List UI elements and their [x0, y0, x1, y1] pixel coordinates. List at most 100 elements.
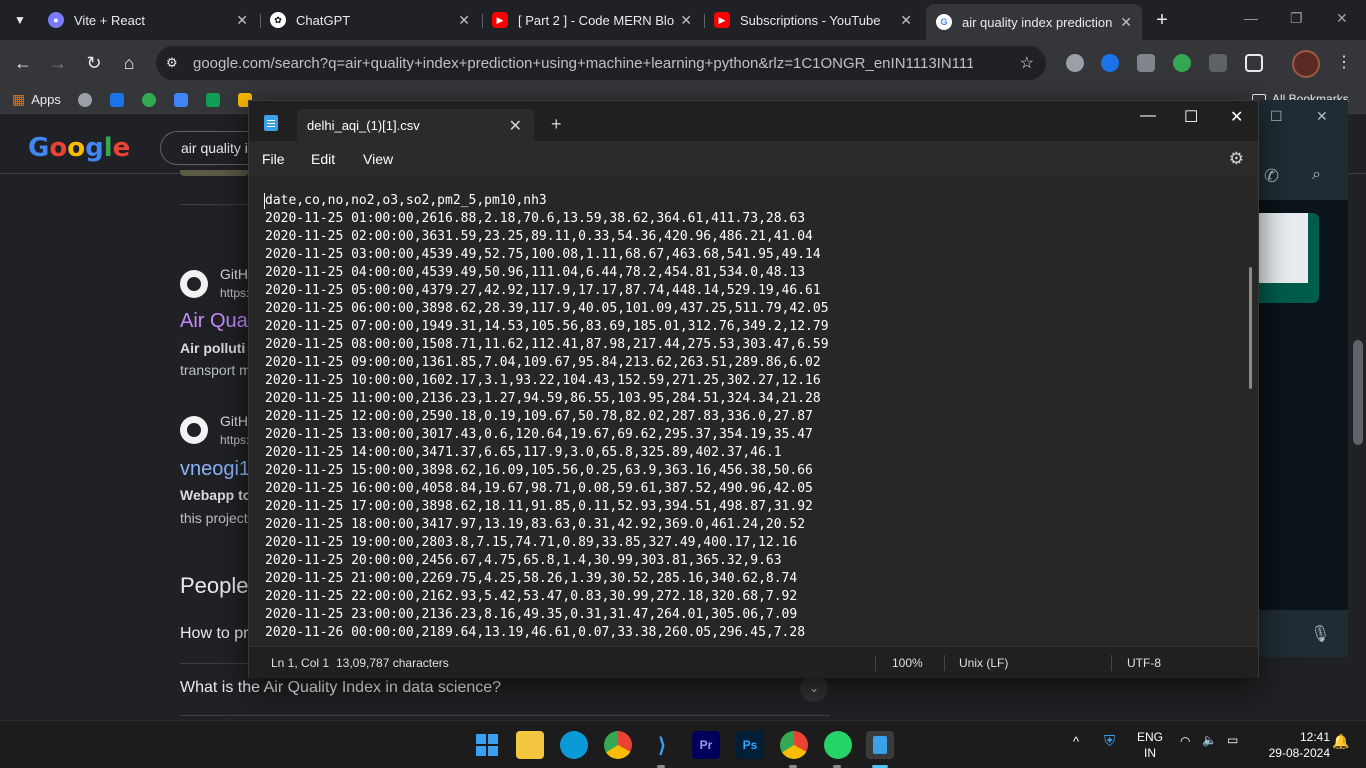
line-ending[interactable]: Unix (LF): [959, 656, 1008, 670]
menu-view[interactable]: View: [363, 151, 393, 167]
encoding[interactable]: UTF-8: [1127, 656, 1161, 670]
chevron-down-icon[interactable]: ⌄: [800, 674, 828, 702]
security-shield-icon[interactable]: ⛨: [1104, 733, 1115, 750]
csv-data-line[interactable]: 2020-11-26 00:00:00,2189.64,13.19,46.61,…: [265, 624, 829, 642]
csv-data-line[interactable]: 2020-11-25 22:00:00,2162.93,5.42,53.47,0…: [265, 588, 829, 606]
close-tab-icon[interactable]: ✕: [509, 116, 522, 136]
volume-icon[interactable]: 🔈: [1202, 733, 1217, 747]
notepad-taskbar-icon[interactable]: [866, 731, 894, 759]
windows-start-icon[interactable]: [473, 731, 501, 759]
bookmark-icon[interactable]: [78, 93, 92, 107]
csv-data-line[interactable]: 2020-11-25 08:00:00,1508.71,11.62,112.41…: [265, 336, 829, 354]
csv-data-line[interactable]: 2020-11-25 12:00:00,2590.18,0.19,109.67,…: [265, 408, 829, 426]
docs-icon[interactable]: [174, 93, 188, 107]
microphone-icon[interactable]: 🎙: [1310, 624, 1330, 644]
tab-search-chevron-icon[interactable]: ▼: [8, 8, 32, 32]
editor-scrollbar-thumb[interactable]: [1249, 267, 1252, 389]
close-icon[interactable]: ✕: [458, 12, 470, 29]
csv-data-line[interactable]: 2020-11-25 19:00:00,2803.8,7.15,74.71,0.…: [265, 534, 829, 552]
close-icon[interactable]: ✕: [1120, 14, 1132, 31]
paa-question[interactable]: What is the Air Quality Index in data sc…: [180, 679, 501, 697]
tab-vite-react[interactable]: ● Vite + React ✕: [38, 6, 258, 34]
edge-icon[interactable]: [560, 731, 588, 759]
settings-gear-icon[interactable]: ⚙: [1229, 149, 1244, 169]
new-tab-plus-icon[interactable]: +: [1150, 8, 1174, 32]
csv-data-line[interactable]: 2020-11-25 23:00:00,2136.23,8.16,49.35,0…: [265, 606, 829, 624]
paa-question[interactable]: How to pr: [180, 625, 248, 643]
whatsapp-image-message[interactable]: [1258, 213, 1319, 303]
close-icon[interactable]: ✕: [236, 12, 248, 29]
chrome-menu-icon[interactable]: ⋮: [1336, 52, 1352, 72]
back-arrow-icon[interactable]: ←: [12, 52, 34, 74]
battery-icon[interactable]: ▭: [1227, 733, 1238, 747]
menu-edit[interactable]: Edit: [311, 151, 335, 167]
premiere-icon[interactable]: Pr: [692, 731, 720, 759]
csv-data-line[interactable]: 2020-11-25 17:00:00,3898.62,18.11,91.85,…: [265, 498, 829, 516]
profile-avatar[interactable]: [1292, 50, 1320, 78]
result-title-link[interactable]: vneogi1: [180, 458, 250, 481]
csv-data-line[interactable]: 2020-11-25 14:00:00,3471.37,6.65,117.9,3…: [265, 444, 829, 462]
wifi-icon[interactable]: ◠: [1180, 734, 1190, 748]
close-icon[interactable]: ✕: [680, 12, 692, 29]
csv-data-line[interactable]: 2020-11-25 07:00:00,1949.31,14.53,105.56…: [265, 318, 829, 336]
maximize-icon[interactable]: ❐: [1290, 10, 1303, 27]
minimize-icon[interactable]: —: [1244, 10, 1258, 26]
input-language[interactable]: ENG IN: [1134, 729, 1166, 761]
tray-chevron-up-icon[interactable]: ^: [1073, 734, 1079, 749]
csv-data-line[interactable]: 2020-11-25 11:00:00,2136.23,1.27,94.59,8…: [265, 390, 829, 408]
site-info-icon[interactable]: ⚙: [166, 55, 178, 71]
csv-data-line[interactable]: 2020-11-25 20:00:00,2456.67,4.75,65.8,1.…: [265, 552, 829, 570]
csv-data-line[interactable]: 2020-11-25 13:00:00,3017.43,0.6,120.64,1…: [265, 426, 829, 444]
csv-data-line[interactable]: 2020-11-25 15:00:00,3898.62,16.09,105.56…: [265, 462, 829, 480]
file-explorer-icon[interactable]: [516, 731, 544, 759]
github-icon[interactable]: [180, 270, 208, 298]
extension-blue-icon[interactable]: [1101, 54, 1119, 72]
tab-air-quality-search[interactable]: G air quality index prediction u ✕: [926, 4, 1142, 40]
whatsapp-maximize-icon[interactable]: ☐: [1270, 108, 1283, 125]
csv-data-line[interactable]: 2020-11-25 01:00:00,2616.88,2.18,70.6,13…: [265, 210, 829, 228]
google-doodle-logo[interactable]: Google: [28, 133, 130, 163]
new-tab-plus-icon[interactable]: +: [551, 114, 562, 135]
menu-file[interactable]: File: [262, 151, 285, 167]
reload-icon[interactable]: ↻: [83, 52, 105, 74]
page-scrollbar[interactable]: [1350, 120, 1366, 720]
csv-data-line[interactable]: 2020-11-25 09:00:00,1361.85,7.04,109.67,…: [265, 354, 829, 372]
csv-data-line[interactable]: 2020-11-25 05:00:00,4379.27,42.92,117.9,…: [265, 282, 829, 300]
vscode-icon[interactable]: ⟩: [648, 731, 676, 759]
bookmark-icon[interactable]: [110, 93, 124, 107]
maximize-icon[interactable]: ☐: [1184, 107, 1198, 127]
phone-call-icon[interactable]: ✆: [1264, 166, 1279, 187]
apps-bookmark[interactable]: ▦ Apps: [12, 91, 61, 108]
github-icon[interactable]: [180, 416, 208, 444]
csv-data-line[interactable]: 2020-11-25 04:00:00,4539.49,50.96,111.04…: [265, 264, 829, 282]
zoom-level[interactable]: 100%: [892, 656, 923, 670]
home-icon[interactable]: ⌂: [118, 52, 140, 74]
extension-gear-icon[interactable]: [1066, 54, 1084, 72]
sheets-icon[interactable]: [206, 93, 220, 107]
csv-data-line[interactable]: 2020-11-25 21:00:00,2269.75,4.25,58.26,1…: [265, 570, 829, 588]
close-window-icon[interactable]: ✕: [1230, 107, 1243, 127]
tab-code-mern-blog[interactable]: ▶ [ Part 2 ] - Code MERN Blog ✕: [482, 6, 702, 34]
csv-data-line[interactable]: 2020-11-25 02:00:00,3631.59,23.25,89.11,…: [265, 228, 829, 246]
extension-printer-icon[interactable]: [1209, 54, 1227, 72]
tab-chatgpt[interactable]: ✿ ChatGPT ✕: [260, 6, 480, 34]
chrome-profile-icon[interactable]: [780, 731, 808, 759]
extension-screenshot-icon[interactable]: [1137, 54, 1155, 72]
system-clock[interactable]: 12:41 29-08-2024: [1260, 729, 1330, 761]
close-window-icon[interactable]: ✕: [1336, 10, 1348, 27]
chrome-icon[interactable]: [604, 731, 632, 759]
photoshop-icon[interactable]: Ps: [736, 731, 764, 759]
extension-color-icon[interactable]: [1173, 54, 1191, 72]
bookmark-icon[interactable]: [142, 93, 156, 107]
csv-header-line[interactable]: date,co,no,no2,o3,so2,pm2_5,pm10,nh3: [265, 192, 829, 210]
csv-content[interactable]: date,co,no,no2,o3,so2,pm2_5,pm10,nh3 2020…: [265, 192, 829, 642]
csv-data-line[interactable]: 2020-11-25 18:00:00,3417.97,13.19,83.63,…: [265, 516, 829, 534]
bookmark-star-icon[interactable]: ☆: [1020, 53, 1034, 73]
extensions-puzzle-icon[interactable]: [1245, 54, 1263, 72]
notepad-file-tab[interactable]: delhi_aqi_(1)[1].csv ✕: [297, 109, 534, 141]
close-icon[interactable]: ✕: [900, 12, 912, 29]
forward-arrow-icon[interactable]: →: [47, 52, 69, 74]
csv-data-line[interactable]: 2020-11-25 10:00:00,1602.17,3.1,93.22,10…: [265, 372, 829, 390]
text-editor-area[interactable]: date,co,no,no2,o3,so2,pm2_5,pm10,nh3 2020…: [249, 177, 1258, 646]
notification-bell-icon[interactable]: 🔔: [1332, 733, 1349, 750]
